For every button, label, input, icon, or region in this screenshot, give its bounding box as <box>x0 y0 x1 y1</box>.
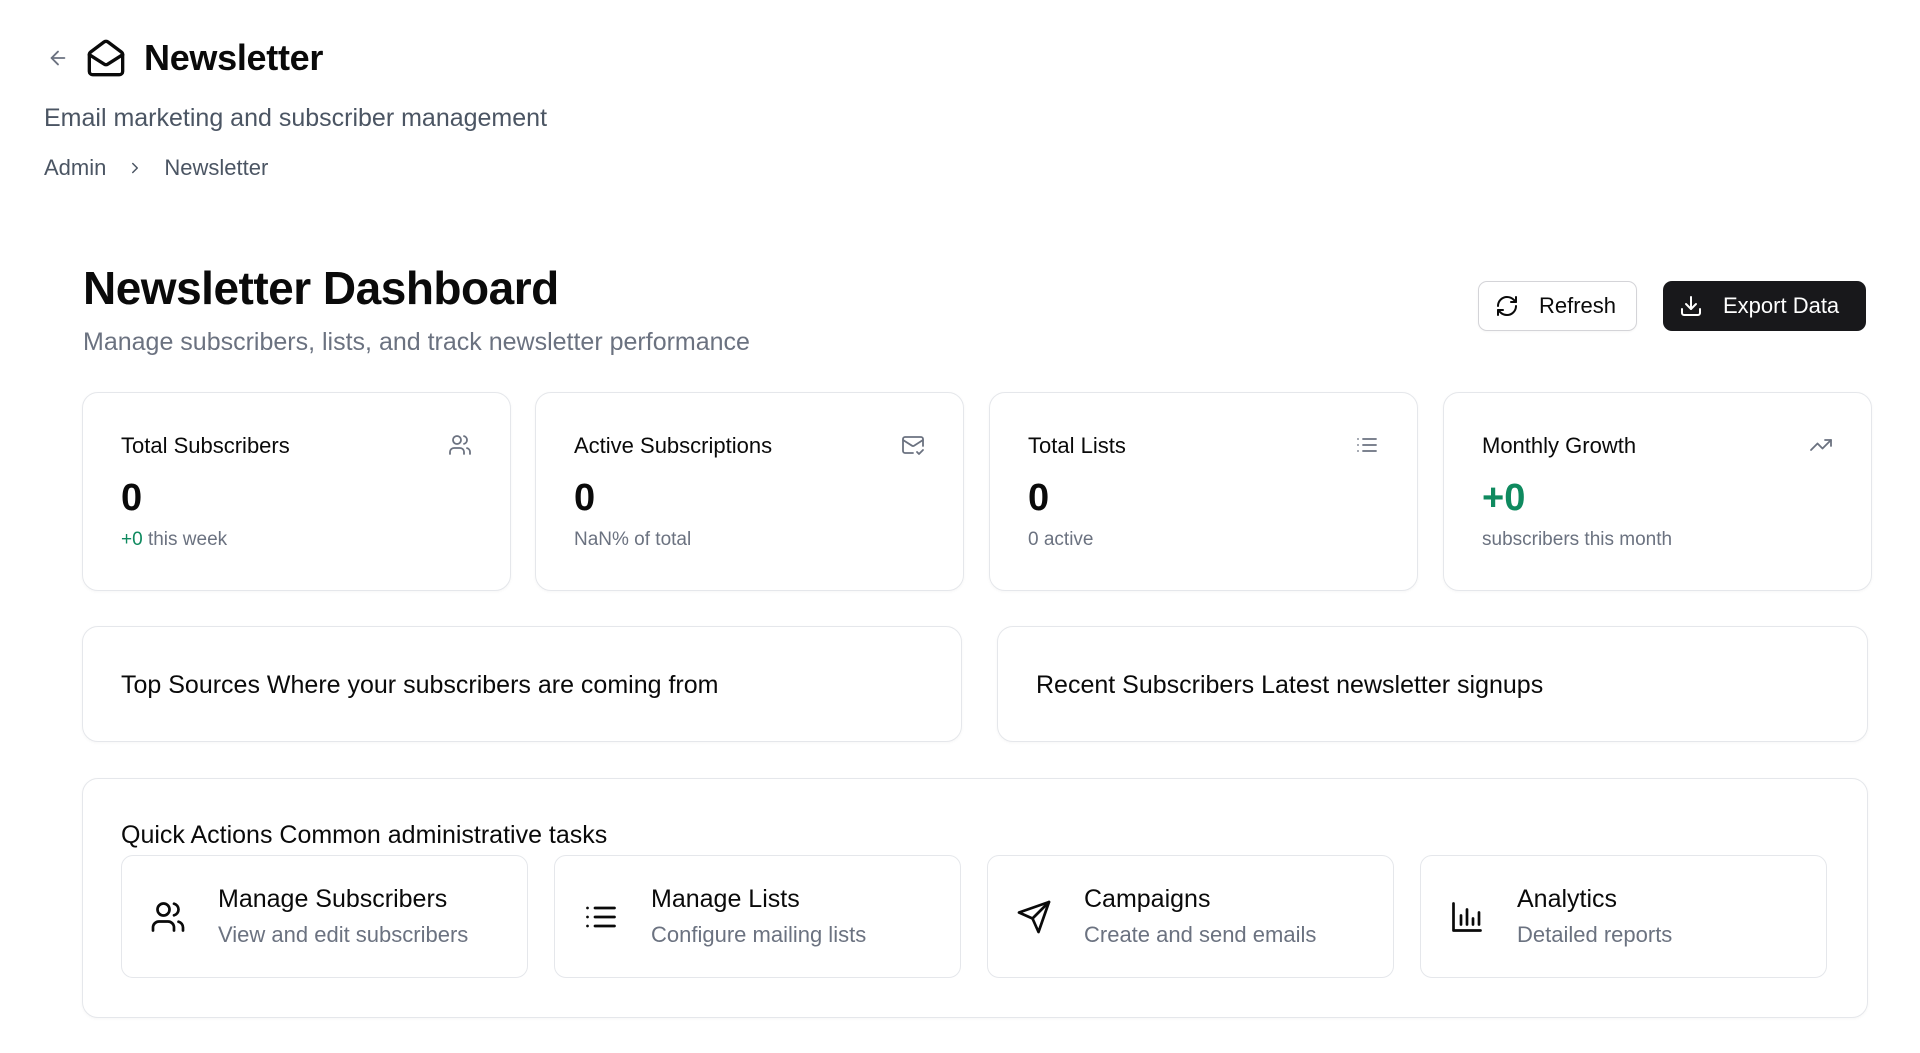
recent-subscribers-panel: Recent Subscribers Latest newsletter sig… <box>997 626 1868 742</box>
export-data-button[interactable]: Export Data <box>1663 281 1866 331</box>
export-data-label: Export Data <box>1723 293 1840 318</box>
bar-chart-icon <box>1447 897 1487 937</box>
trending-up-icon <box>1807 431 1835 459</box>
top-sources-panel: Top Sources Where your subscribers are c… <box>82 626 962 742</box>
quick-action-desc: Detailed reports <box>1517 922 1673 947</box>
campaigns-button[interactable]: Campaigns Create and send emails <box>987 855 1394 978</box>
dashboard-subtitle: Manage subscribers, lists, and track new… <box>83 328 750 356</box>
page-title: Newsletter <box>144 37 324 78</box>
quick-action-name: Manage Lists <box>651 885 800 913</box>
quick-actions-grid: Manage Subscribers View and edit subscri… <box>121 855 1827 978</box>
quick-actions-panel: Quick Actions Common administrative task… <box>82 778 1868 1018</box>
stat-note: NaN% of total <box>574 529 692 550</box>
mail-check-icon <box>899 431 927 459</box>
arrow-left-icon <box>50 50 66 66</box>
stat-label: Total Lists <box>1028 433 1126 458</box>
quick-action-name: Analytics <box>1517 885 1618 913</box>
quick-action-texts: Campaigns Create and send emails <box>1084 885 1316 948</box>
stat-label: Active Subscriptions <box>574 433 773 458</box>
mail-open-icon <box>86 38 126 78</box>
stat-value: 0 <box>1028 477 1050 519</box>
page-header: Newsletter Email marketing and subscribe… <box>44 36 547 181</box>
page-subtitle: Email marketing and subscriber managemen… <box>44 104 548 132</box>
stat-note: +0 this week <box>121 529 227 551</box>
list-icon <box>581 897 621 937</box>
quick-action-desc: View and edit subscribers <box>218 922 469 947</box>
quick-action-desc: Configure mailing lists <box>651 922 867 947</box>
stat-card-monthly-growth: Monthly Growth +0 subscribers this month <box>1443 392 1872 591</box>
manage-subscribers-button[interactable]: Manage Subscribers View and edit subscri… <box>121 855 528 978</box>
quick-actions-heading: Quick Actions Common administrative task… <box>121 821 608 849</box>
quick-action-texts: Manage Lists Configure mailing lists <box>651 885 866 948</box>
refresh-label: Refresh <box>1539 293 1617 318</box>
manage-lists-button[interactable]: Manage Lists Configure mailing lists <box>554 855 961 978</box>
download-icon <box>1677 292 1705 320</box>
list-icon <box>1353 431 1381 459</box>
stat-label: Monthly Growth <box>1482 433 1637 458</box>
stat-card-total-lists: Total Lists 0 0 active <box>989 392 1418 591</box>
stat-value: 0 <box>574 477 596 519</box>
stat-label: Total Subscribers <box>121 433 290 458</box>
refresh-button[interactable]: Refresh <box>1478 281 1637 331</box>
header-actions: Refresh Export Data <box>1478 281 1866 331</box>
quick-action-name: Campaigns <box>1084 885 1211 913</box>
quick-action-name: Manage Subscribers <box>218 885 448 913</box>
title-row: Newsletter <box>44 36 547 80</box>
dashboard-header: Newsletter Dashboard Manage subscribers,… <box>83 256 1866 357</box>
quick-action-texts: Analytics Detailed reports <box>1517 885 1672 948</box>
breadcrumb: Admin Newsletter <box>44 155 547 181</box>
quick-action-desc: Create and send emails <box>1084 922 1317 947</box>
quick-action-texts: Manage Subscribers View and edit subscri… <box>218 885 468 948</box>
users-icon <box>446 431 474 459</box>
back-button[interactable] <box>44 44 72 72</box>
send-icon <box>1014 897 1054 937</box>
breadcrumb-newsletter: Newsletter <box>164 155 269 180</box>
stat-card-total-subscribers: Total Subscribers 0 +0 this week <box>82 392 511 591</box>
breadcrumb-admin[interactable]: Admin <box>44 155 106 181</box>
stat-note: 0 active <box>1028 529 1094 550</box>
stat-card-active-subscriptions: Active Subscriptions 0 NaN% of total <box>535 392 964 591</box>
refresh-icon <box>1493 292 1521 320</box>
top-sources-heading: Top Sources Where your subscribers are c… <box>121 671 719 699</box>
users-icon <box>148 897 188 937</box>
stat-value: +0 <box>1482 477 1526 519</box>
stat-note-text: this week <box>142 529 228 550</box>
chevron-right-icon <box>126 159 144 177</box>
recent-subscribers-heading: Recent Subscribers Latest newsletter sig… <box>1036 671 1544 699</box>
stat-note: subscribers this month <box>1482 529 1673 550</box>
stat-note-delta: +0 <box>121 529 143 550</box>
analytics-button[interactable]: Analytics Detailed reports <box>1420 855 1827 978</box>
stat-value: 0 <box>121 477 143 519</box>
